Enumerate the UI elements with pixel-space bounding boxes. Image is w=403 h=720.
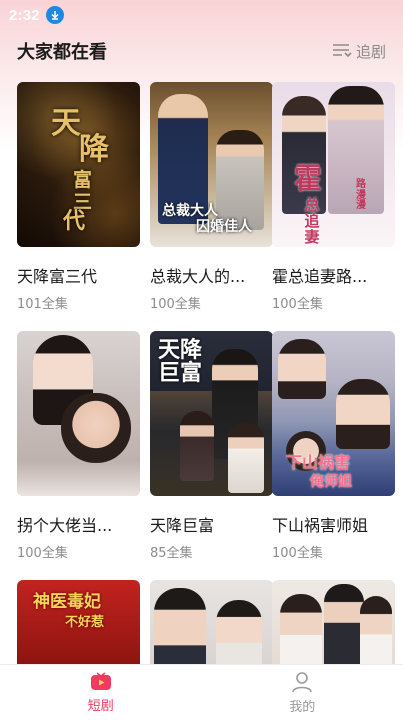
poster-title: 俺师姐 xyxy=(310,474,352,490)
nav-item-dramas[interactable]: 短剧 xyxy=(0,665,202,720)
drama-poster[interactable]: 天 降 富 三 代 xyxy=(17,82,140,247)
drama-title: 拐个大佬当... xyxy=(17,516,113,535)
poster-title: 总追妻 xyxy=(304,196,320,246)
download-icon xyxy=(45,6,64,24)
drama-title: 下山祸害师姐 xyxy=(272,516,369,535)
episode-count: 100全集 xyxy=(150,297,201,312)
drama-title: 天降富三代 xyxy=(17,267,98,286)
drama-title: 霍总追妻路... xyxy=(272,267,368,286)
drama-card[interactable]: 神医毒妃 不好惹 xyxy=(17,580,140,664)
drama-poster[interactable]: 神医毒妃 不好惹 xyxy=(17,580,140,664)
drama-poster[interactable]: 总裁大人 囚婚佳人 xyxy=(150,82,273,247)
status-bar: 2:32 xyxy=(0,0,403,30)
header: 大家都在看 追剧 xyxy=(0,30,403,72)
poster-title: 总裁大人 xyxy=(162,203,218,219)
drama-title: 天降巨富 xyxy=(150,516,215,535)
episode-count: 100全集 xyxy=(17,546,68,561)
person-icon xyxy=(292,671,313,692)
poster-title: 降 xyxy=(79,132,109,167)
drama-card[interactable]: 总裁大人 囚婚佳人 总裁大人的... 100全集 xyxy=(150,82,273,312)
drama-poster[interactable] xyxy=(272,580,395,664)
episode-count: 85全集 xyxy=(150,546,193,561)
poster-title: 代 xyxy=(63,208,86,234)
drama-poster[interactable]: 霍 总追妻 路漫漫 xyxy=(272,82,395,247)
episode-count: 101全集 xyxy=(17,297,68,312)
poster-title: 路漫漫 xyxy=(356,179,366,211)
poster-title: 囚婚佳人 xyxy=(196,219,252,235)
drama-poster[interactable]: 天降 巨富 xyxy=(150,331,273,496)
page-title: 大家都在看 xyxy=(17,42,107,63)
poster-title: 天降 巨富 xyxy=(158,337,203,387)
poster-title: 不好惹 xyxy=(65,615,105,630)
poster-title: 下山祸害 xyxy=(286,453,351,472)
bottom-nav: 短剧 我的 xyxy=(0,664,403,720)
nav-item-mine[interactable]: 我的 xyxy=(202,665,403,720)
episode-count: 100全集 xyxy=(272,297,323,312)
drama-card[interactable]: 下山祸害 俺师姐 下山祸害师姐 100全集 xyxy=(272,331,395,561)
nav-label-mine: 我的 xyxy=(289,699,316,715)
drama-card[interactable]: 拐个大佬当... 100全集 xyxy=(17,331,140,561)
episode-count: 100全集 xyxy=(272,546,323,561)
drama-poster[interactable] xyxy=(150,580,273,664)
tv-icon xyxy=(90,671,111,690)
nav-label-dramas: 短剧 xyxy=(87,698,114,714)
poster-title: 霍 xyxy=(294,162,323,195)
drama-card[interactable]: 天 降 富 三 代 天降富三代 101全集 xyxy=(17,82,140,312)
drama-card[interactable] xyxy=(272,580,395,664)
follow-button[interactable]: 追剧 xyxy=(332,41,386,62)
status-time: 2:32 xyxy=(9,6,40,24)
poster-title: 天 xyxy=(51,106,81,141)
drama-title: 总裁大人的... xyxy=(150,267,246,286)
drama-card[interactable] xyxy=(150,580,273,664)
drama-poster[interactable] xyxy=(17,331,140,496)
follow-label: 追剧 xyxy=(355,42,386,61)
list-icon xyxy=(332,44,352,58)
poster-title: 神医毒妃 xyxy=(33,592,101,612)
drama-card[interactable]: 霍 总追妻 路漫漫 霍总追妻路... 100全集 xyxy=(272,82,395,312)
drama-poster[interactable]: 下山祸害 俺师姐 xyxy=(272,331,395,496)
drama-card[interactable]: 天降 巨富 天降巨富 85全集 xyxy=(150,331,273,561)
